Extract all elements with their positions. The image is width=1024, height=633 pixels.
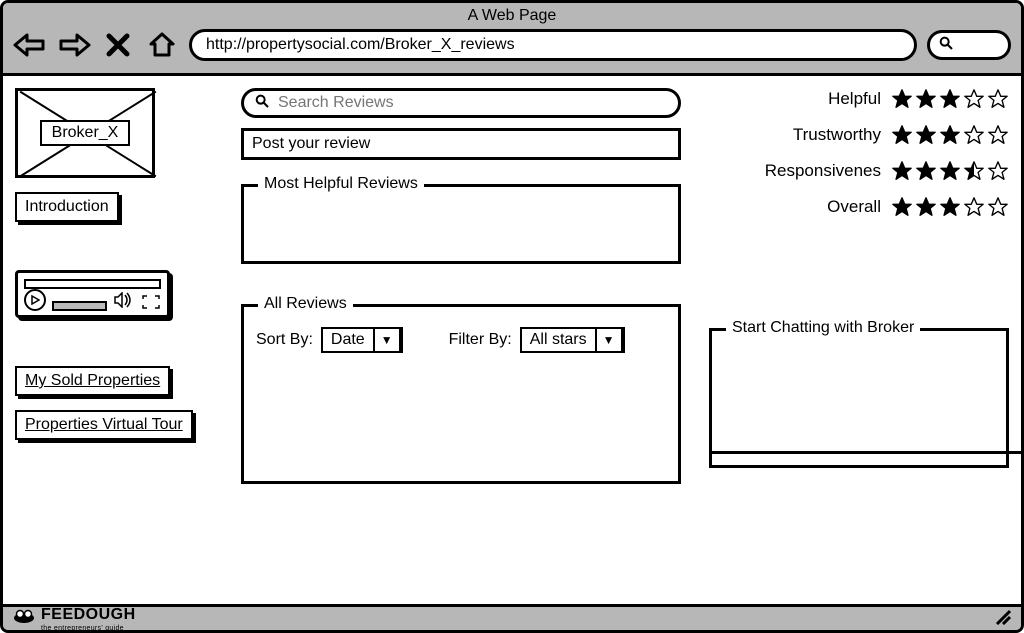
footer-brand: FEEDOUGH <box>41 606 136 624</box>
forward-arrow-icon[interactable] <box>57 29 91 61</box>
sort-by-select[interactable]: Date ▼ <box>321 327 403 353</box>
broker-image-placeholder: Broker_X <box>15 88 155 178</box>
chevron-down-icon: ▼ <box>375 329 401 351</box>
rating-stars <box>891 160 1009 182</box>
page-body: Broker_X Introduction My Sold Properties… <box>3 76 1021 581</box>
rating-row: Overall <box>709 196 1009 218</box>
broker-image-label: Broker_X <box>40 120 131 146</box>
sidebar-item-introduction[interactable]: Introduction <box>15 192 119 222</box>
main-content: Post your review Most Helpful Reviews Al… <box>241 88 1009 569</box>
footer-tagline: the entrepreneurs' guide <box>41 625 136 632</box>
reviews-column: Post your review Most Helpful Reviews Al… <box>241 88 689 569</box>
footer-logo: FEEDOUGH the entrepreneurs' guide <box>13 606 136 632</box>
rating-label: Helpful <box>828 89 881 109</box>
home-icon[interactable] <box>145 29 179 61</box>
chat-input[interactable] <box>712 451 1024 479</box>
search-icon <box>938 35 954 56</box>
browser-window: A Web Page <box>0 0 1024 633</box>
chevron-down-icon: ▼ <box>597 329 623 351</box>
rating-row: Helpful <box>709 88 1009 110</box>
close-icon[interactable] <box>101 29 135 61</box>
rating-row: Trustworthy <box>709 124 1009 146</box>
right-column: Helpful Trustworthy Responsivenes Overall S… <box>709 88 1009 569</box>
search-reviews-input[interactable] <box>276 93 668 113</box>
reviews-controls: Sort By: Date ▼ Filter By: All stars ▼ <box>256 327 666 353</box>
rating-stars <box>891 88 1009 110</box>
page-title: A Web Page <box>13 7 1011 25</box>
search-icon <box>254 93 270 114</box>
rating-stars <box>891 196 1009 218</box>
volume-icon[interactable] <box>113 289 135 311</box>
rating-label: Responsivenes <box>765 161 881 181</box>
url-input[interactable] <box>204 35 902 55</box>
rating-label: Trustworthy <box>793 125 881 145</box>
browser-chrome: A Web Page <box>3 3 1021 76</box>
fullscreen-icon[interactable] <box>141 293 161 311</box>
filter-by-label: Filter By: <box>449 331 512 349</box>
chat-legend: Start Chatting with Broker <box>726 319 920 337</box>
filter-by-value: All stars <box>522 329 597 351</box>
all-reviews-legend: All Reviews <box>258 295 353 313</box>
play-icon[interactable] <box>24 289 46 311</box>
search-reviews[interactable] <box>241 88 681 118</box>
ratings-block: Helpful Trustworthy Responsivenes Overall <box>709 88 1009 218</box>
sidebar-item-sold-properties[interactable]: My Sold Properties <box>15 366 170 396</box>
all-reviews-panel: All Reviews Sort By: Date ▼ Filter By: A… <box>241 304 681 484</box>
most-helpful-reviews-panel: Most Helpful Reviews <box>241 184 681 264</box>
browser-search[interactable] <box>927 30 1011 60</box>
sort-by-label: Sort By: <box>256 331 313 349</box>
chat-panel: Start Chatting with Broker <box>709 328 1009 468</box>
back-arrow-icon[interactable] <box>13 29 47 61</box>
browser-toolbar <box>13 29 1011 61</box>
sidebar: Broker_X Introduction My Sold Properties… <box>15 88 225 569</box>
sidebar-item-virtual-tour[interactable]: Properties Virtual Tour <box>15 410 193 440</box>
resize-handle-icon[interactable] <box>993 607 1011 630</box>
url-bar[interactable] <box>189 29 917 61</box>
filter-by-select[interactable]: All stars ▼ <box>520 327 625 353</box>
rating-label: Overall <box>827 197 881 217</box>
media-progress-slider[interactable] <box>52 301 107 311</box>
most-helpful-legend: Most Helpful Reviews <box>258 175 424 193</box>
rating-stars <box>891 124 1009 146</box>
logo-icon <box>13 608 35 629</box>
media-player <box>15 270 170 318</box>
footer-bar: FEEDOUGH the entrepreneurs' guide <box>3 604 1021 630</box>
rating-row: Responsivenes <box>709 160 1009 182</box>
post-review-input[interactable]: Post your review <box>241 128 681 160</box>
sort-by-value: Date <box>323 329 375 351</box>
